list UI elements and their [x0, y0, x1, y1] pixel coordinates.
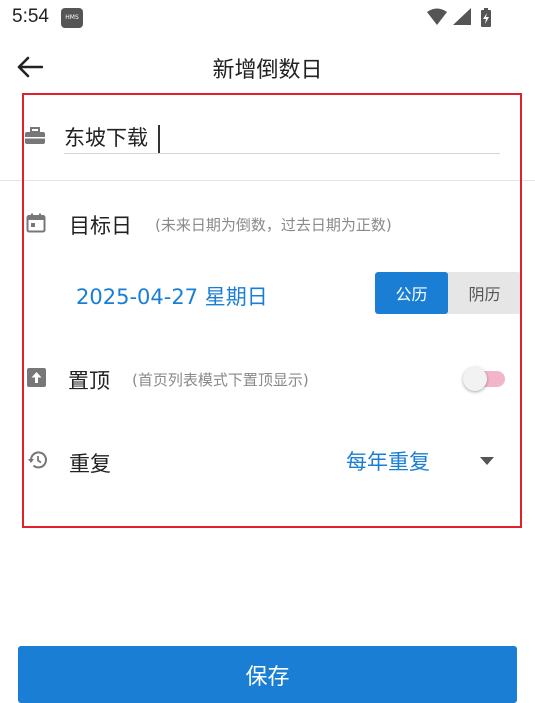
app-bar: 新增倒数日	[0, 36, 535, 96]
save-button[interactable]: 保存	[18, 646, 517, 703]
target-date-label: 目标日	[69, 214, 132, 238]
pin-top-label: 置顶	[68, 369, 110, 393]
target-date-hint: (未来日期为倒数，过去日期为正数)	[155, 216, 392, 234]
history-icon	[28, 451, 47, 469]
signal-icon	[453, 8, 471, 25]
calendar-icon	[26, 213, 46, 233]
hms-badge: HMS	[61, 8, 83, 28]
pin-top-switch[interactable]	[463, 367, 507, 391]
upload-arrow-icon	[27, 368, 46, 387]
battery-charging-icon	[481, 8, 491, 27]
event-name-input[interactable]	[64, 120, 500, 154]
date-picker-value[interactable]: 2025-04-27 星期日	[76, 281, 268, 311]
repeat-dropdown[interactable]: 每年重复	[330, 444, 506, 478]
caret-down-icon	[480, 457, 494, 465]
name-row	[24, 120, 500, 156]
solar-calendar-option[interactable]: 公历	[375, 272, 448, 314]
repeat-value: 每年重复	[346, 450, 430, 474]
switch-thumb	[463, 367, 487, 391]
lunar-calendar-option[interactable]: 阴历	[448, 272, 521, 314]
status-bar: 5:54 HMS	[0, 0, 535, 36]
status-time: 5:54	[12, 6, 49, 27]
status-icons	[425, 6, 497, 30]
pin-top-hint: (首页列表模式下置顶显示)	[132, 371, 309, 389]
briefcase-icon	[25, 127, 45, 144]
text-caret	[158, 125, 160, 153]
wifi-icon	[427, 8, 447, 25]
repeat-label: 重复	[69, 452, 111, 476]
calendar-type-toggle: 公历 阴历	[375, 272, 521, 314]
divider	[0, 180, 535, 181]
page-title: 新增倒数日	[212, 58, 323, 83]
